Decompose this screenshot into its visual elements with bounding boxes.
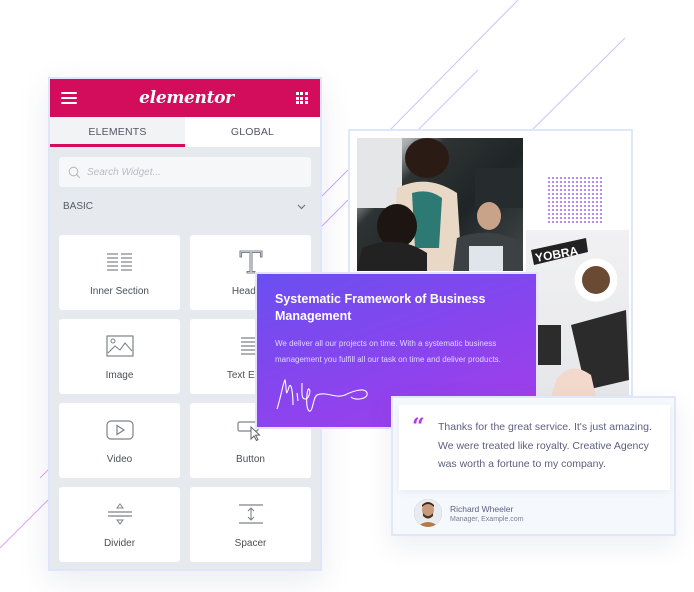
svg-text:YOBRA: YOBRA bbox=[534, 244, 579, 265]
signature-image bbox=[276, 378, 368, 412]
dot-pattern-decoration bbox=[547, 176, 603, 224]
testimonial-author: Richard Wheeler Manager, Example.com bbox=[414, 499, 524, 527]
video-icon bbox=[105, 420, 134, 440]
testimonial-card: “ Thanks for the great service. It's jus… bbox=[391, 396, 676, 536]
desk-coffee-photo: YOBRA bbox=[526, 230, 629, 397]
widget-inner-section[interactable]: Inner Section bbox=[59, 235, 180, 310]
avatar bbox=[414, 499, 442, 527]
feature-body: We deliver all our projects on time. Wit… bbox=[275, 339, 501, 364]
search-icon bbox=[68, 166, 81, 178]
image-icon bbox=[105, 335, 134, 357]
apps-grid-icon[interactable] bbox=[295, 92, 308, 104]
widget-video[interactable]: Video bbox=[59, 403, 180, 478]
widget-label: Divider bbox=[103, 538, 136, 549]
widget-image[interactable]: Image bbox=[59, 319, 180, 394]
hamburger-menu-icon[interactable] bbox=[61, 92, 77, 104]
feature-title: Systematic Framework of Business Managem… bbox=[275, 292, 486, 323]
elementor-logo: elementor bbox=[139, 88, 234, 108]
search-placeholder: Search Widget... bbox=[87, 166, 161, 178]
divider-icon bbox=[107, 503, 132, 525]
chevron-down-icon bbox=[297, 204, 306, 209]
quote-icon: “ bbox=[412, 414, 425, 440]
category-basic-header[interactable]: BASIC bbox=[63, 201, 306, 212]
testimonial-quote-box: “ Thanks for the great service. It's jus… bbox=[399, 405, 670, 490]
widget-divider[interactable]: Divider bbox=[59, 487, 180, 562]
author-role: Manager, Example.com bbox=[450, 515, 524, 523]
widget-label: Video bbox=[106, 454, 133, 465]
business-meeting-photo bbox=[357, 138, 523, 271]
widget-label: Button bbox=[236, 454, 265, 465]
spacer-icon bbox=[238, 504, 263, 524]
panel-tabs: ELEMENTS GLOBAL bbox=[50, 117, 320, 147]
widget-label: Inner Section bbox=[90, 286, 149, 297]
panel-header: elementor bbox=[50, 79, 320, 117]
testimonial-text: Thanks for the great service. It's just … bbox=[438, 421, 652, 470]
widget-label: Spacer bbox=[234, 538, 267, 549]
search-widget-input[interactable]: Search Widget... bbox=[59, 157, 311, 187]
widget-spacer[interactable]: Spacer bbox=[190, 487, 311, 562]
tab-elements[interactable]: ELEMENTS bbox=[50, 117, 185, 147]
tab-global[interactable]: GLOBAL bbox=[185, 117, 320, 147]
widget-label: Image bbox=[105, 370, 134, 381]
author-name: Richard Wheeler bbox=[450, 503, 514, 514]
inner-section-icon bbox=[107, 253, 132, 271]
category-label: BASIC bbox=[63, 201, 94, 212]
